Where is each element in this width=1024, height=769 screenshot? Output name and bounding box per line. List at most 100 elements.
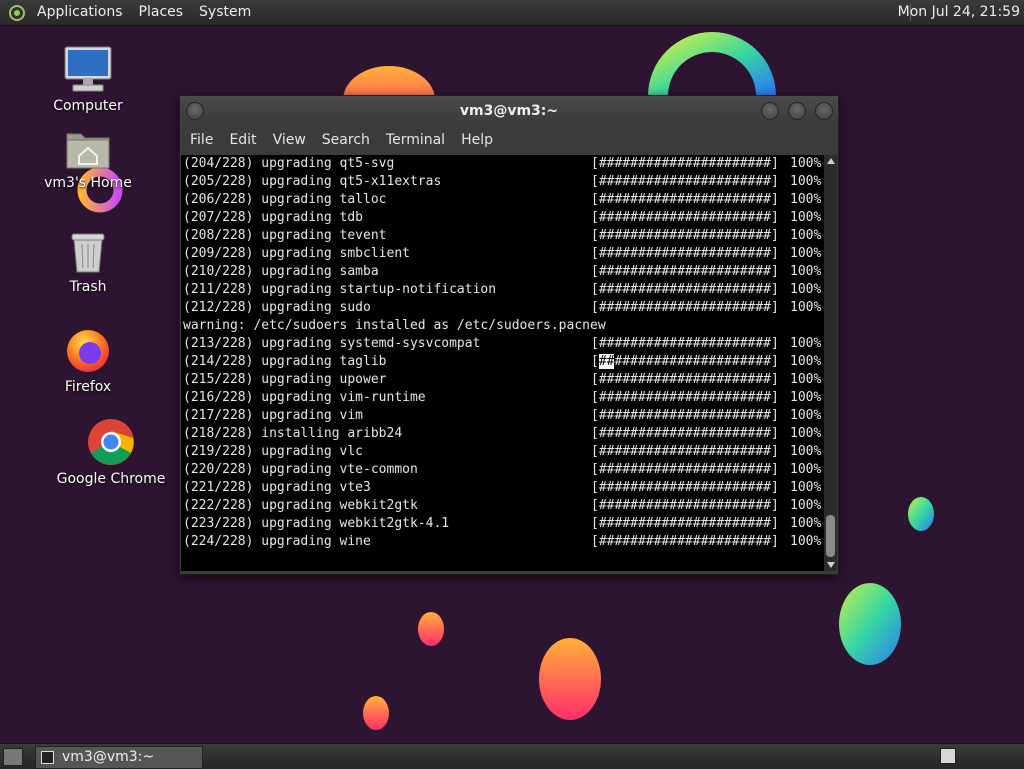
window-title: vm3@vm3:~	[459, 103, 559, 119]
progress-bar-text: [######################]	[591, 246, 779, 261]
scroll-up-arrow-icon[interactable]	[827, 158, 835, 164]
progress-bar-text: [######################]	[591, 210, 779, 225]
progress-percent: 100%	[790, 372, 822, 387]
terminal-line-text: (211/228) upgrading startup-notification	[183, 282, 497, 297]
clock[interactable]: Mon Jul 24, 21:59	[898, 0, 1020, 25]
terminal-line-text: (214/228) upgrading taglib	[183, 354, 387, 369]
bottom-panel: vm3@vm3:~	[0, 743, 1024, 769]
progress-bar-text: [######################]	[591, 516, 779, 531]
progress-percent: 100%	[790, 192, 822, 207]
terminal-line-text: (222/228) upgrading webkit2gtk	[183, 498, 418, 513]
desktop-icon-home[interactable]: vm3's Home	[33, 128, 143, 192]
progress-percent: 100%	[790, 534, 822, 549]
scrollbar-thumb[interactable]	[826, 515, 835, 557]
progress-percent: 100%	[790, 228, 822, 243]
progress-bar-text: [######################]	[591, 228, 779, 243]
taskbar-item-terminal[interactable]: vm3@vm3:~	[35, 746, 203, 769]
top-panel: Applications Places System Mon Jul 24, 2…	[0, 0, 1024, 26]
desktop-icon-trash[interactable]: Trash	[33, 230, 143, 296]
progress-percent: 100%	[790, 480, 822, 495]
progress-bar-text: [######################]	[591, 192, 779, 207]
progress-percent: 100%	[790, 426, 822, 441]
window-titlebar[interactable]: vm3@vm3:~	[180, 96, 838, 126]
terminal-line-text: (215/228) upgrading upower	[183, 372, 387, 387]
progress-bar-text: [######################]	[591, 282, 779, 297]
progress-bar-text: [######################]	[591, 408, 779, 423]
desktop-icon-label: Google Chrome	[56, 471, 166, 487]
progress-percent: 100%	[790, 156, 822, 171]
terminal-line-text: (209/228) upgrading smbclient	[183, 246, 410, 261]
computer-icon	[64, 46, 112, 92]
terminal-line-text: (224/228) upgrading wine	[183, 534, 371, 549]
scroll-down-arrow-icon[interactable]	[827, 562, 835, 568]
menu-edit[interactable]: Edit	[221, 126, 264, 155]
menu-search[interactable]: Search	[314, 126, 378, 155]
home-folder-icon	[66, 133, 110, 169]
terminal-line-text: (208/228) upgrading tevent	[183, 228, 387, 243]
desktop-icon-label: vm3's Home	[44, 175, 132, 191]
progress-bar-text: [######################]	[591, 264, 779, 279]
terminal-output[interactable]: (204/228) upgrading qt5-svg [############…	[181, 155, 824, 571]
menu-applications[interactable]: Applications	[29, 0, 131, 25]
progress-percent: 100%	[790, 354, 822, 369]
show-desktop-button[interactable]	[3, 748, 23, 766]
progress-percent: 100%	[790, 516, 822, 531]
progress-bar-text: [######################]	[591, 372, 779, 387]
terminal-line-text: (221/228) upgrading vte3	[183, 480, 371, 495]
menu-help[interactable]: Help	[453, 126, 501, 155]
terminal-line-text: (219/228) upgrading vlc	[183, 444, 364, 459]
progress-percent: 100%	[790, 282, 822, 297]
terminal-scrollbar[interactable]	[824, 155, 837, 571]
progress-bar-text: [######################]	[591, 444, 779, 459]
firefox-icon	[67, 330, 109, 372]
progress-percent: 100%	[790, 408, 822, 423]
progress-percent: 100%	[790, 300, 822, 315]
terminal-line-text: (206/228) upgrading talloc	[183, 192, 387, 207]
progress-percent: 100%	[790, 336, 822, 351]
terminal-window[interactable]: vm3@vm3:~ File Edit View Search Terminal…	[179, 95, 839, 575]
desktop-icon-label: Computer	[53, 98, 123, 114]
terminal-line-text: (223/228) upgrading webkit2gtk-4.1	[183, 516, 450, 531]
progress-percent: 100%	[790, 210, 822, 225]
distro-logo-icon[interactable]	[9, 4, 25, 21]
terminal-line-text: (213/228) upgrading systemd-sysvcompat	[183, 336, 481, 351]
terminal-line-text: (218/228) installing aribb24	[183, 426, 403, 441]
progress-bar-text: [######################]	[591, 156, 779, 171]
text-selection-highlight: ##	[598, 354, 615, 369]
terminal-line-text: (210/228) upgrading samba	[183, 264, 379, 279]
progress-bar-text: [######################]	[591, 354, 779, 369]
minimize-button[interactable]	[761, 102, 779, 120]
progress-bar-text: [######################]	[591, 336, 779, 351]
desktop-icon-computer[interactable]: Computer	[33, 45, 143, 115]
terminal-line-text: (207/228) upgrading tdb	[183, 210, 364, 225]
menu-view[interactable]: View	[265, 126, 314, 155]
terminal-line-text: (220/228) upgrading vte-common	[183, 462, 418, 477]
desktop-icon-label: Trash	[69, 279, 107, 295]
progress-percent: 100%	[790, 462, 822, 477]
menu-file[interactable]: File	[182, 126, 221, 155]
menu-places[interactable]: Places	[131, 0, 192, 25]
maximize-button[interactable]	[788, 102, 806, 120]
chrome-icon	[88, 419, 134, 465]
terminal-menubar: File Edit View Search Terminal Help	[180, 126, 838, 155]
terminal-line-text: (216/228) upgrading vim-runtime	[183, 390, 426, 405]
progress-bar-text: [######################]	[591, 174, 779, 189]
desktop-icon-chrome[interactable]: Google Chrome	[56, 418, 166, 488]
terminal-line-text: (205/228) upgrading qt5-x11extras	[183, 174, 442, 189]
progress-bar-text: [######################]	[591, 480, 779, 495]
progress-bar-text: [######################]	[591, 390, 779, 405]
close-button[interactable]	[815, 102, 833, 120]
desktop-icon-label: Firefox	[64, 379, 112, 395]
terminal-line-text: warning: /etc/sudoers installed as /etc/…	[183, 318, 606, 333]
taskbar-item-label: vm3@vm3:~	[62, 749, 155, 765]
trash-icon	[71, 233, 105, 273]
terminal-line-text: (217/228) upgrading vim	[183, 408, 364, 423]
menu-system[interactable]: System	[191, 0, 259, 25]
menu-terminal[interactable]: Terminal	[378, 126, 453, 155]
progress-bar-text: [######################]	[591, 426, 779, 441]
workspace-switcher[interactable]	[940, 748, 956, 764]
progress-percent: 100%	[790, 264, 822, 279]
terminal-line-text: (212/228) upgrading sudo	[183, 300, 371, 315]
progress-bar-text: [######################]	[591, 462, 779, 477]
desktop-icon-firefox[interactable]: Firefox	[33, 326, 143, 396]
